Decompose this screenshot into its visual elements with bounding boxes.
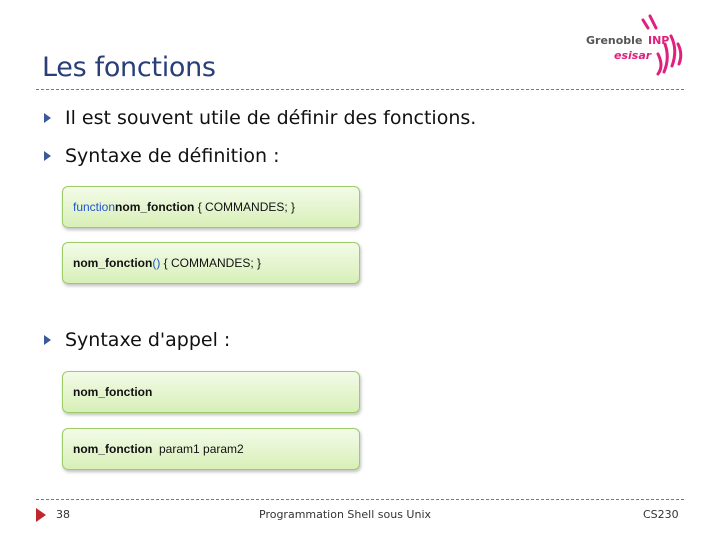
- bullet-item-1: Il est souvent utile de définir des fonc…: [44, 107, 476, 129]
- bullet-text: Il est souvent utile de définir des fonc…: [65, 107, 477, 129]
- footer-divider: [36, 499, 684, 500]
- code-keyword: function: [73, 200, 116, 214]
- code-box-definition-1: function nom_fonction { COMMANDES; }: [62, 186, 360, 228]
- code-function-name: nom_fonction: [115, 200, 195, 214]
- bullet-text: Syntaxe de définition :: [65, 145, 280, 167]
- code-rest: { COMMANDES; }: [194, 200, 296, 214]
- code-function-name: nom_fonction: [73, 256, 153, 270]
- bullet-arrow-icon: [44, 335, 51, 345]
- bullet-text: Syntaxe d'appel :: [65, 329, 231, 351]
- logo-text-grenoble: Grenoble: [586, 34, 643, 47]
- course-title: Programmation Shell sous Unix: [259, 508, 432, 521]
- code-box-definition-2: nom_fonction () { COMMANDES; }: [62, 242, 360, 284]
- course-code: CS230: [643, 508, 679, 521]
- bullet-item-3: Syntaxe d'appel :: [44, 329, 230, 351]
- bullet-arrow-icon: [44, 113, 51, 123]
- code-rest: { COMMANDES; }: [160, 256, 262, 270]
- bullet-arrow-icon: [44, 151, 51, 161]
- grenoble-inp-esisar-logo: Grenoble INP esisar: [586, 14, 686, 80]
- code-box-call-2: nom_fonction param1 param2: [62, 428, 360, 470]
- page-number: 38: [56, 508, 70, 521]
- bullet-item-2: Syntaxe de définition :: [44, 145, 280, 167]
- code-function-name: nom_fonction: [73, 385, 153, 399]
- code-rest: param1 param2: [152, 442, 244, 456]
- code-function-name: nom_fonction: [73, 442, 153, 456]
- slide-title: Les fonctions: [42, 52, 216, 83]
- code-box-call-1: nom_fonction: [62, 371, 360, 413]
- logo-stripes-icon: [641, 14, 683, 76]
- title-divider: [36, 89, 684, 90]
- code-parens: (): [152, 256, 161, 270]
- footer-arrow-icon: [36, 508, 46, 522]
